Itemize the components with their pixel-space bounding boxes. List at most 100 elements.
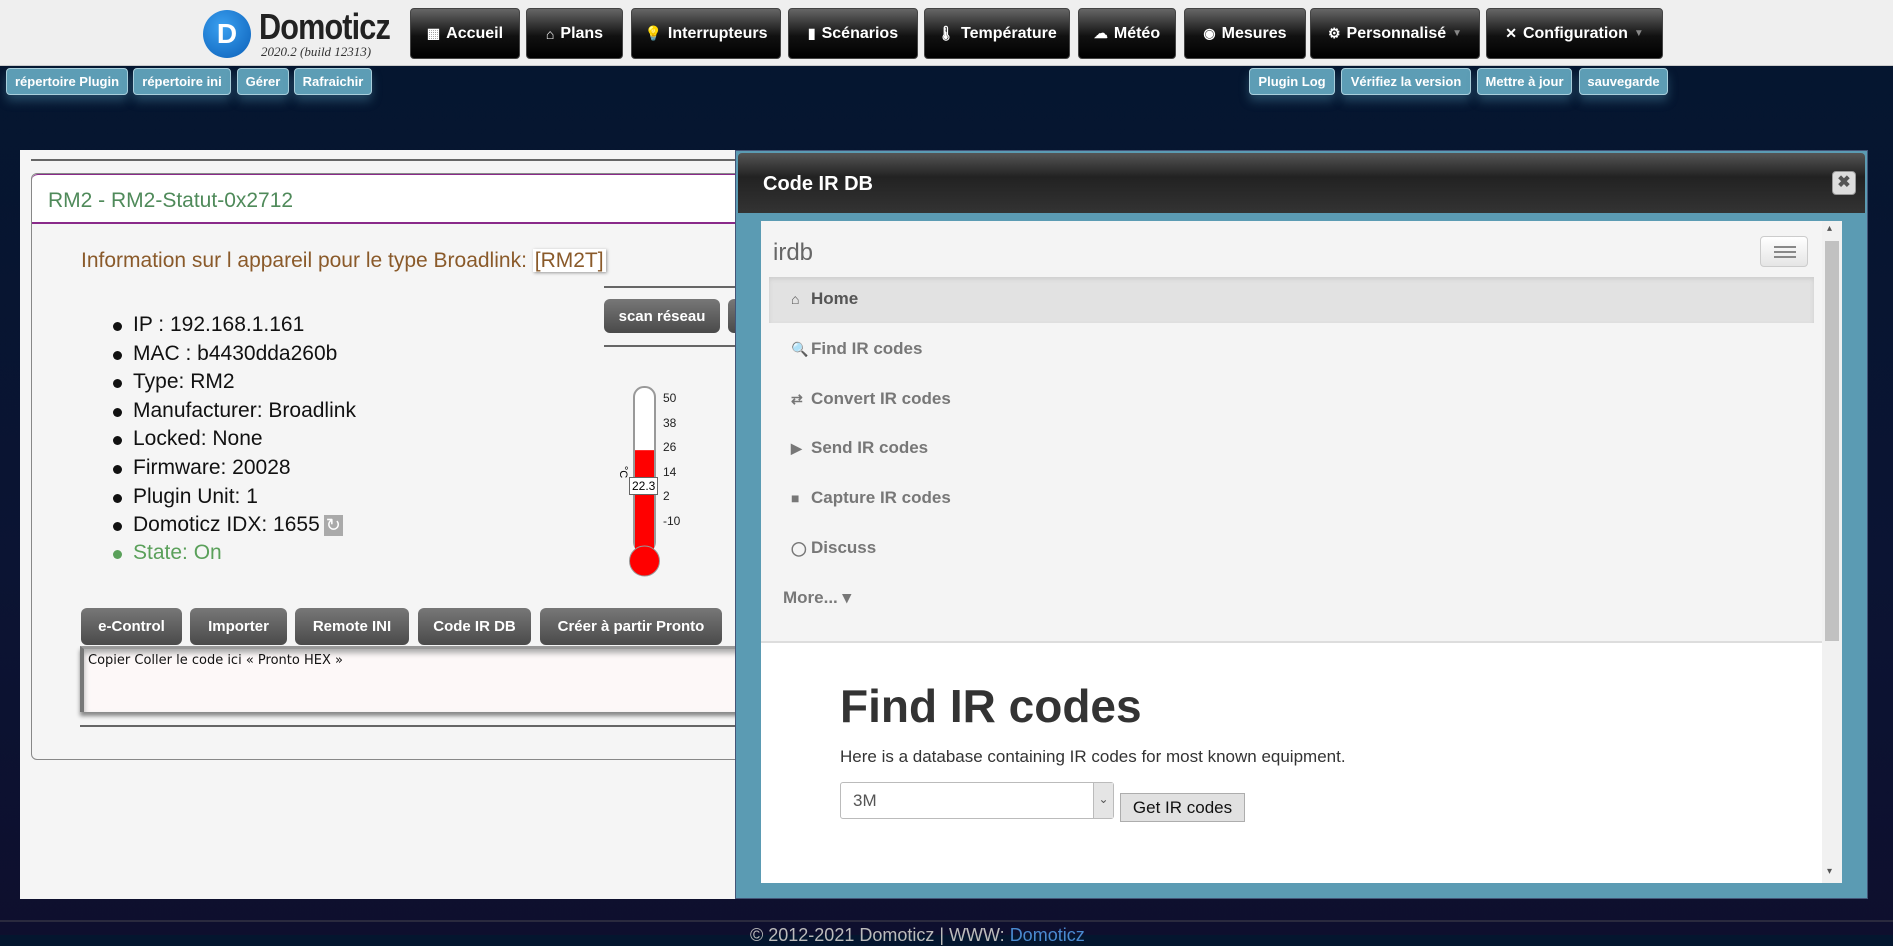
nav-mesures[interactable]: ◉ Mesures <box>1184 8 1306 59</box>
plugin-toolbar-button[interactable]: Vérifiez la version <box>1341 68 1471 95</box>
code-ir-db-dialog: Code IR DB ✖ irdb ⌂ Home 🔍 Find IR codes ⇄ Co… <box>735 150 1868 899</box>
divider <box>604 345 735 347</box>
menu-item-home[interactable]: ⌂ Home <box>769 277 1814 323</box>
close-icon[interactable]: ✖ <box>1832 171 1856 195</box>
chevron-down-icon: ⌄ <box>1093 783 1113 818</box>
home-icon: ⌂ <box>791 291 800 307</box>
menu-label: Send IR codes <box>811 438 929 458</box>
thermometer-unit: °C <box>617 465 630 479</box>
footer-link[interactable]: Domoticz <box>1010 925 1085 945</box>
detail-item: Domoticz IDX: 1655 ↻ <box>113 513 343 537</box>
plugin-toolbar-button[interactable]: Mettre à jour <box>1477 68 1572 95</box>
plugin-toolbar-button[interactable]: sauvegarde <box>1579 68 1668 95</box>
dialog-titlebar[interactable]: Code IR DB <box>738 153 1865 213</box>
menu-item-capture-ir-codes[interactable]: ■ Capture IR codes <box>769 476 1814 522</box>
detail-text: Plugin Unit: 1 <box>133 484 258 508</box>
nav-scénarios[interactable]: ▮ Scénarios <box>788 8 918 59</box>
menu-label: More... <box>783 587 838 607</box>
domoticz-logo-icon: D <box>203 10 251 58</box>
thermometer-tick: 50 <box>663 391 677 405</box>
nav-label: Météo <box>1113 24 1161 42</box>
detail-item: Firmware: 20028 <box>113 456 291 480</box>
nav-label: Personnalisé <box>1346 24 1447 42</box>
info-prefix: Information sur l appareil pour le type … <box>81 249 533 272</box>
pronto-hex-textarea[interactable]: Copier Coller le code ici « Pronto HEX » <box>80 646 740 712</box>
thermometer-bulb <box>629 545 660 577</box>
card-button-code-ir-db[interactable]: Code IR DB <box>418 608 531 645</box>
irdb-navbar: irdb ⌂ Home 🔍 Find IR codes ⇄ Convert IR code… <box>761 221 1822 643</box>
nav-label: Mesures <box>1221 24 1287 42</box>
menu-item-more-[interactable]: More... ▾ <box>769 576 1814 622</box>
card-button-e-control[interactable]: e-Control <box>81 608 182 645</box>
menu-label: Home <box>811 289 859 308</box>
thermometer-icon: 🌡 <box>937 25 956 41</box>
card-button-cr-er-partir-pronto[interactable]: Créer à partir Pronto <box>540 608 722 645</box>
irdb-frame: irdb ⌂ Home 🔍 Find IR codes ⇄ Convert IR code… <box>761 221 1842 883</box>
detail-text: IP : 192.168.1.161 <box>133 313 305 336</box>
search-icon: 🔍 <box>791 340 809 357</box>
plugin-toolbar-button[interactable]: Gérer <box>237 68 289 95</box>
detail-item: MAC : b4430dda260b <box>113 342 337 366</box>
device-info-heading: Information sur l appareil pour le type … <box>81 249 606 273</box>
scrollbar[interactable]: ▴ ▾ <box>1822 221 1842 883</box>
nav-personnalisé[interactable]: ⚙ Personnalisé ▼ <box>1310 8 1480 59</box>
nav-météo[interactable]: ☁ Météo <box>1078 8 1176 59</box>
nav-température[interactable]: 🌡 Température <box>924 8 1070 59</box>
menu-item-convert-ir-codes[interactable]: ⇄ Convert IR codes <box>769 377 1814 423</box>
plugin-toolbar-button[interactable]: répertoire ini <box>133 68 231 95</box>
state-text: State: On <box>133 541 222 564</box>
footer-text: © 2012-2021 Domoticz | WWW: <box>750 925 1010 945</box>
menu-item-discuss[interactable]: ◯ Discuss <box>769 526 1814 572</box>
plugin-toolbar-button[interactable]: Rafraichir <box>294 68 372 95</box>
detail-item: Plugin Unit: 1 <box>113 485 258 509</box>
nav-label: Scénarios <box>821 24 899 42</box>
detail-text: MAC : b4430dda260b <box>133 341 338 365</box>
logo-version: 2020.2 (build 12313) <box>261 44 372 59</box>
card-button-remote-ini[interactable]: Remote INI <box>295 608 409 645</box>
get-ir-codes-button[interactable]: Get IR codes <box>1120 793 1245 822</box>
nav-accueil[interactable]: ▦ Accueil <box>410 8 520 59</box>
select-value: 3M <box>853 791 877 810</box>
scan-network-button[interactable]: scan réseau <box>604 299 720 333</box>
thermometer-tick: 38 <box>663 415 677 430</box>
nav-plans[interactable]: ⌂ Plans <box>526 8 623 59</box>
caret-down-icon: ▼ <box>1633 28 1644 39</box>
nav-interrupteurs[interactable]: 💡 Interrupteurs <box>631 8 781 59</box>
dialog-title: Code IR DB <box>763 173 873 195</box>
logo[interactable]: D Domoticz 2020.2 (build 12313) <box>203 6 413 60</box>
hamburger-menu-icon[interactable] <box>1760 236 1808 267</box>
scroll-down-icon[interactable]: ▾ <box>1827 866 1832 877</box>
detail-text: Locked: None <box>133 427 263 451</box>
thermometer-tick: 2 <box>663 489 670 504</box>
scroll-up-icon[interactable]: ▴ <box>1827 223 1832 234</box>
menu-item-send-ir-codes[interactable]: ▶ Send IR codes <box>769 426 1814 472</box>
menu-label: Convert IR codes <box>811 388 951 408</box>
thermometer-tick: 14 <box>663 464 677 479</box>
card-button-importer[interactable]: Importer <box>190 608 287 645</box>
footer: © 2012-2021 Domoticz | WWW: Domoticz <box>750 925 1085 946</box>
menu-item-find-ir-codes[interactable]: 🔍 Find IR codes <box>769 327 1814 373</box>
thermometer-value: 22.3 <box>629 477 659 495</box>
tools-icon: ✕ <box>1505 25 1517 41</box>
plugin-toolbar-button[interactable]: Plugin Log <box>1249 68 1335 95</box>
play-icon: ▶ <box>791 440 802 457</box>
footer-divider <box>0 920 1893 922</box>
nav-label: Configuration <box>1522 24 1628 42</box>
thermometer-fill <box>635 450 654 561</box>
irdb-brand[interactable]: irdb <box>773 239 813 267</box>
lightbulb-icon: 💡 <box>644 25 662 41</box>
retweet-icon: ⇄ <box>791 390 803 407</box>
plugin-toolbar-button[interactable]: répertoire Plugin <box>6 68 128 95</box>
divider <box>604 286 735 288</box>
menu-label: Discuss <box>811 538 877 557</box>
detail-item: IP : 192.168.1.161 <box>113 313 304 337</box>
manufacturer-select[interactable]: 3M ⌄ <box>840 782 1114 819</box>
detail-item: Type: RM2 <box>113 370 235 394</box>
page-description: Here is a database containing IR codes f… <box>840 747 1346 766</box>
detail-text: Firmware: 20028 <box>133 456 291 479</box>
caret-down-icon: ▾ <box>837 587 852 607</box>
nav-configuration[interactable]: ✕ Configuration ▼ <box>1486 8 1663 59</box>
refresh-icon[interactable]: ↻ <box>323 515 343 537</box>
scrollbar-thumb[interactable] <box>1825 241 1839 641</box>
detail-text: Type: RM2 <box>133 370 235 394</box>
